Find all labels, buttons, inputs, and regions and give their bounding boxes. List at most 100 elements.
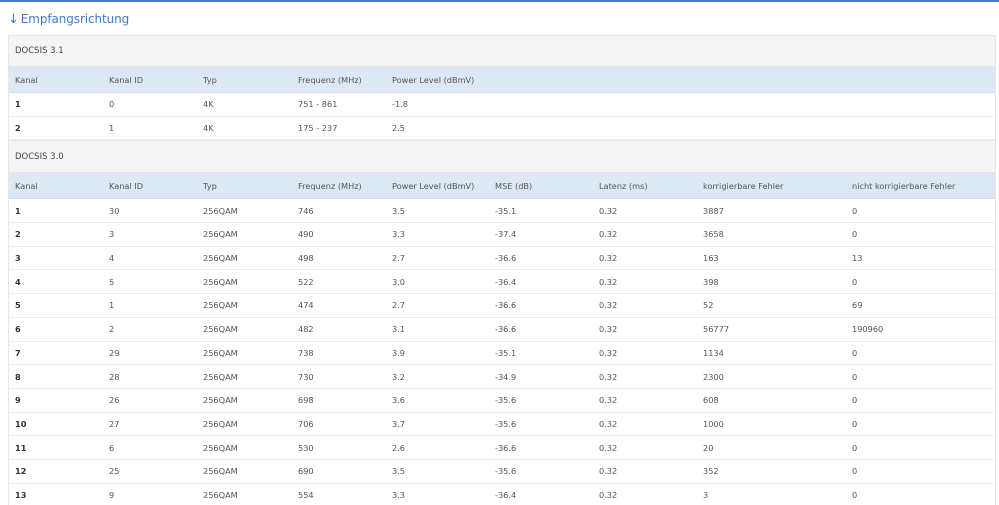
- table-cell: 1134: [703, 347, 724, 358]
- table-cell: 3: [109, 229, 115, 240]
- table-cell: 4K: [203, 99, 214, 110]
- docsis30-title: DOCSIS 3.0: [9, 140, 995, 174]
- table-cell: 4K: [203, 123, 214, 134]
- table-row: 1 0 4K 751 - 861 -1.8: [9, 93, 995, 117]
- table-row: 1 30 256QAM 746 3.5 -35.1 0.32 3887 0: [9, 199, 995, 224]
- table-cell: 56777: [703, 324, 730, 335]
- column-header: korrigierbare Fehler: [703, 180, 784, 191]
- table-cell: 256QAM: [203, 253, 238, 264]
- column-header: Typ: [203, 180, 217, 191]
- table-cell: 398: [703, 276, 719, 287]
- column-header: Typ: [203, 74, 217, 85]
- table-cell: 498: [298, 253, 314, 264]
- column-header: nicht korrigierbare Fehler: [852, 180, 956, 191]
- table-cell: 0.32: [599, 466, 618, 477]
- table-cell: 0: [852, 276, 858, 287]
- table-cell: -34.9: [495, 371, 517, 382]
- table-cell: 256QAM: [203, 205, 238, 216]
- table-cell: 4: [15, 276, 21, 287]
- table-cell: 0.32: [599, 253, 618, 264]
- table-cell: 0: [852, 395, 858, 406]
- table-cell: 0.32: [599, 395, 618, 406]
- table-cell: 7: [15, 347, 21, 358]
- table-row: 9 26 256QAM 698 3.6 -35.6 0.32 608 0: [9, 389, 995, 413]
- table-cell: 738: [298, 347, 314, 358]
- table-cell: 6: [109, 442, 115, 453]
- table-cell: -36.6: [495, 253, 517, 264]
- table-row: 8 28 256QAM 730 3.2 -34.9 0.32 2300 0: [9, 365, 995, 389]
- table-row: 12 25 256QAM 690 3.5 -35.6 0.32 352 0: [9, 460, 995, 484]
- table-cell: 0: [852, 229, 858, 240]
- table-cell: 3.6: [392, 395, 406, 406]
- column-header: Kanal ID: [109, 74, 144, 85]
- column-header: Power Level (dBmV): [392, 74, 475, 85]
- table-cell: 3.0: [392, 276, 406, 287]
- table-row: 4 5 256QAM 522 3.0 -36.4 0.32 398 0: [9, 270, 995, 295]
- table-cell: 690: [298, 466, 314, 477]
- table-cell: 27: [109, 418, 120, 429]
- table-cell: 530: [298, 442, 314, 453]
- table-cell: 0: [852, 371, 858, 382]
- table-cell: 256QAM: [203, 442, 238, 453]
- docsis30-section: DOCSIS 3.0 Kanal Kanal ID Typ Frequenz (MHz…: [9, 140, 995, 505]
- table-cell: 0: [852, 466, 858, 477]
- table-cell: 746: [298, 205, 314, 216]
- table-cell: 8: [15, 371, 21, 382]
- table-cell: 5: [109, 276, 115, 287]
- table-cell: 0.32: [599, 205, 618, 216]
- table-cell: 0: [852, 205, 858, 216]
- table-cell: 2.5: [392, 123, 406, 134]
- table-cell: 30: [109, 205, 120, 216]
- table-cell: 256QAM: [203, 418, 238, 429]
- table-cell: 0.32: [599, 229, 618, 240]
- docsis31-section: DOCSIS 3.1 Kanal Kanal ID Typ Frequenz (MHz…: [9, 35, 995, 141]
- table-cell: 163: [703, 253, 719, 264]
- table-cell: 256QAM: [203, 229, 238, 240]
- table-cell: 11: [15, 442, 27, 453]
- table-cell: 3658: [703, 229, 724, 240]
- table-cell: 0.32: [599, 300, 618, 311]
- table-cell: 256QAM: [203, 395, 238, 406]
- column-header: Frequenz (MHz): [298, 180, 362, 191]
- table-cell: 13: [852, 253, 863, 264]
- table-cell: 1: [109, 123, 115, 134]
- table-cell: 9: [15, 395, 21, 406]
- table-cell: 256QAM: [203, 324, 238, 335]
- docsis31-table: Kanal Kanal ID Typ Frequenz (MHz) Power Leve…: [9, 67, 995, 141]
- docsis30-table: Kanal Kanal ID Typ Frequenz (MHz) Power Leve…: [9, 173, 995, 505]
- table-cell: 352: [703, 466, 719, 477]
- table-cell: 1000: [703, 418, 724, 429]
- table-row: 2 3 256QAM 490 3.3 -37.4 0.32 3658 0: [9, 223, 995, 247]
- column-header: Kanal: [15, 74, 38, 85]
- table-cell: -35.6: [495, 466, 517, 477]
- table-cell: 1: [15, 205, 21, 216]
- table-cell: -35.1: [495, 205, 517, 216]
- table-cell: 3: [15, 253, 21, 264]
- table-cell: 256QAM: [203, 347, 238, 358]
- column-header: Kanal ID: [109, 180, 144, 191]
- table-cell: 0.32: [599, 371, 618, 382]
- table-cell: 0: [109, 99, 115, 110]
- table-cell: 2.7: [392, 253, 406, 264]
- table-cell: -36.6: [495, 324, 517, 335]
- table-cell: 608: [703, 395, 719, 406]
- table-cell: 474: [298, 300, 314, 311]
- table-cell: -36.6: [495, 442, 517, 453]
- table-cell: 6: [15, 324, 21, 335]
- table-row: 7 29 256QAM 738 3.9 -35.1 0.32 1134 0: [9, 342, 995, 366]
- table-row: 5 1 256QAM 474 2.7 -36.6 0.32 52 69: [9, 294, 995, 318]
- table-cell: 751 - 861: [298, 99, 338, 110]
- table-cell: 0.32: [599, 324, 618, 335]
- table-cell: -35.1: [495, 347, 517, 358]
- top-accent-line: [0, 0, 999, 2]
- table-cell: 1: [15, 99, 21, 110]
- table-row: 2 1 4K 175 - 237 2.5: [9, 117, 995, 141]
- section-heading[interactable]: ↓ Empfangsrichtung: [8, 10, 129, 28]
- section-heading-label: Empfangsrichtung: [20, 12, 130, 26]
- table-cell: 256QAM: [203, 466, 238, 477]
- table-cell: 256QAM: [203, 276, 238, 287]
- docsis31-title: DOCSIS 3.1: [9, 35, 995, 67]
- table-cell: 730: [298, 371, 314, 382]
- table-cell: 256QAM: [203, 300, 238, 311]
- table-cell: -36.4: [495, 276, 517, 287]
